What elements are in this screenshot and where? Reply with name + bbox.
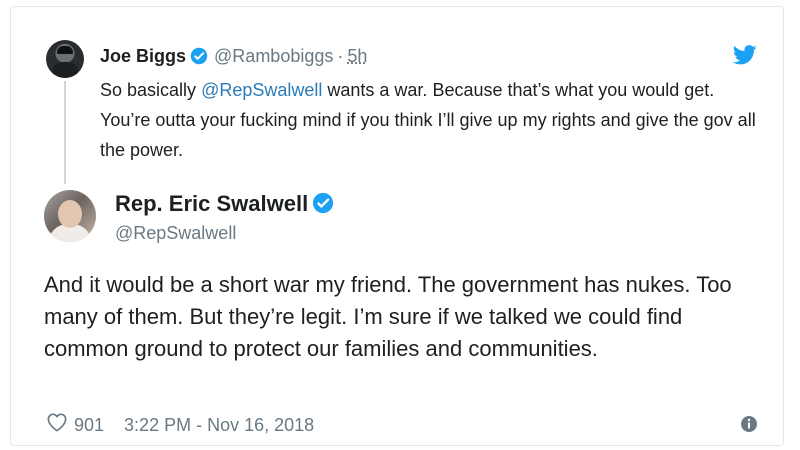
separator-dot: · [337, 46, 344, 66]
parent-tweet-time[interactable]: 5h [347, 46, 367, 66]
tweet-embed-card: Joe Biggs @Rambobiggs · 5h So basically @Re… [10, 6, 784, 446]
verified-badge-icon [312, 192, 334, 221]
parent-author-handle[interactable]: @Rambobiggs [214, 46, 333, 66]
tweet-footer: 901 3:22 PM - Nov 16, 2018 [46, 412, 314, 438]
parent-tweet-header: Joe Biggs @Rambobiggs · 5h [100, 45, 367, 70]
like-count[interactable]: 901 [74, 413, 104, 437]
heart-icon[interactable] [46, 412, 74, 438]
main-tweet-text: And it would be a short war my friend. T… [44, 272, 732, 361]
parent-tweet-text: So basically @RepSwalwell wants a war. B… [100, 75, 760, 165]
parent-text-before: So basically [100, 80, 202, 100]
parent-author-name[interactable]: Joe Biggs [100, 46, 186, 66]
twitter-bird-icon[interactable] [732, 45, 759, 67]
verified-badge-icon [190, 47, 208, 70]
info-icon[interactable] [740, 415, 758, 433]
parent-avatar[interactable] [46, 40, 84, 78]
main-avatar[interactable] [44, 190, 96, 242]
mention-link[interactable]: @RepSwalwell [201, 80, 322, 100]
main-author-handle[interactable]: @RepSwalwell [115, 221, 236, 245]
thread-connector-line [64, 81, 66, 184]
main-author-name-row: Rep. Eric Swalwell [115, 190, 334, 221]
main-author-name[interactable]: Rep. Eric Swalwell [115, 191, 308, 216]
tweet-timestamp[interactable]: 3:22 PM - Nov 16, 2018 [124, 413, 314, 437]
